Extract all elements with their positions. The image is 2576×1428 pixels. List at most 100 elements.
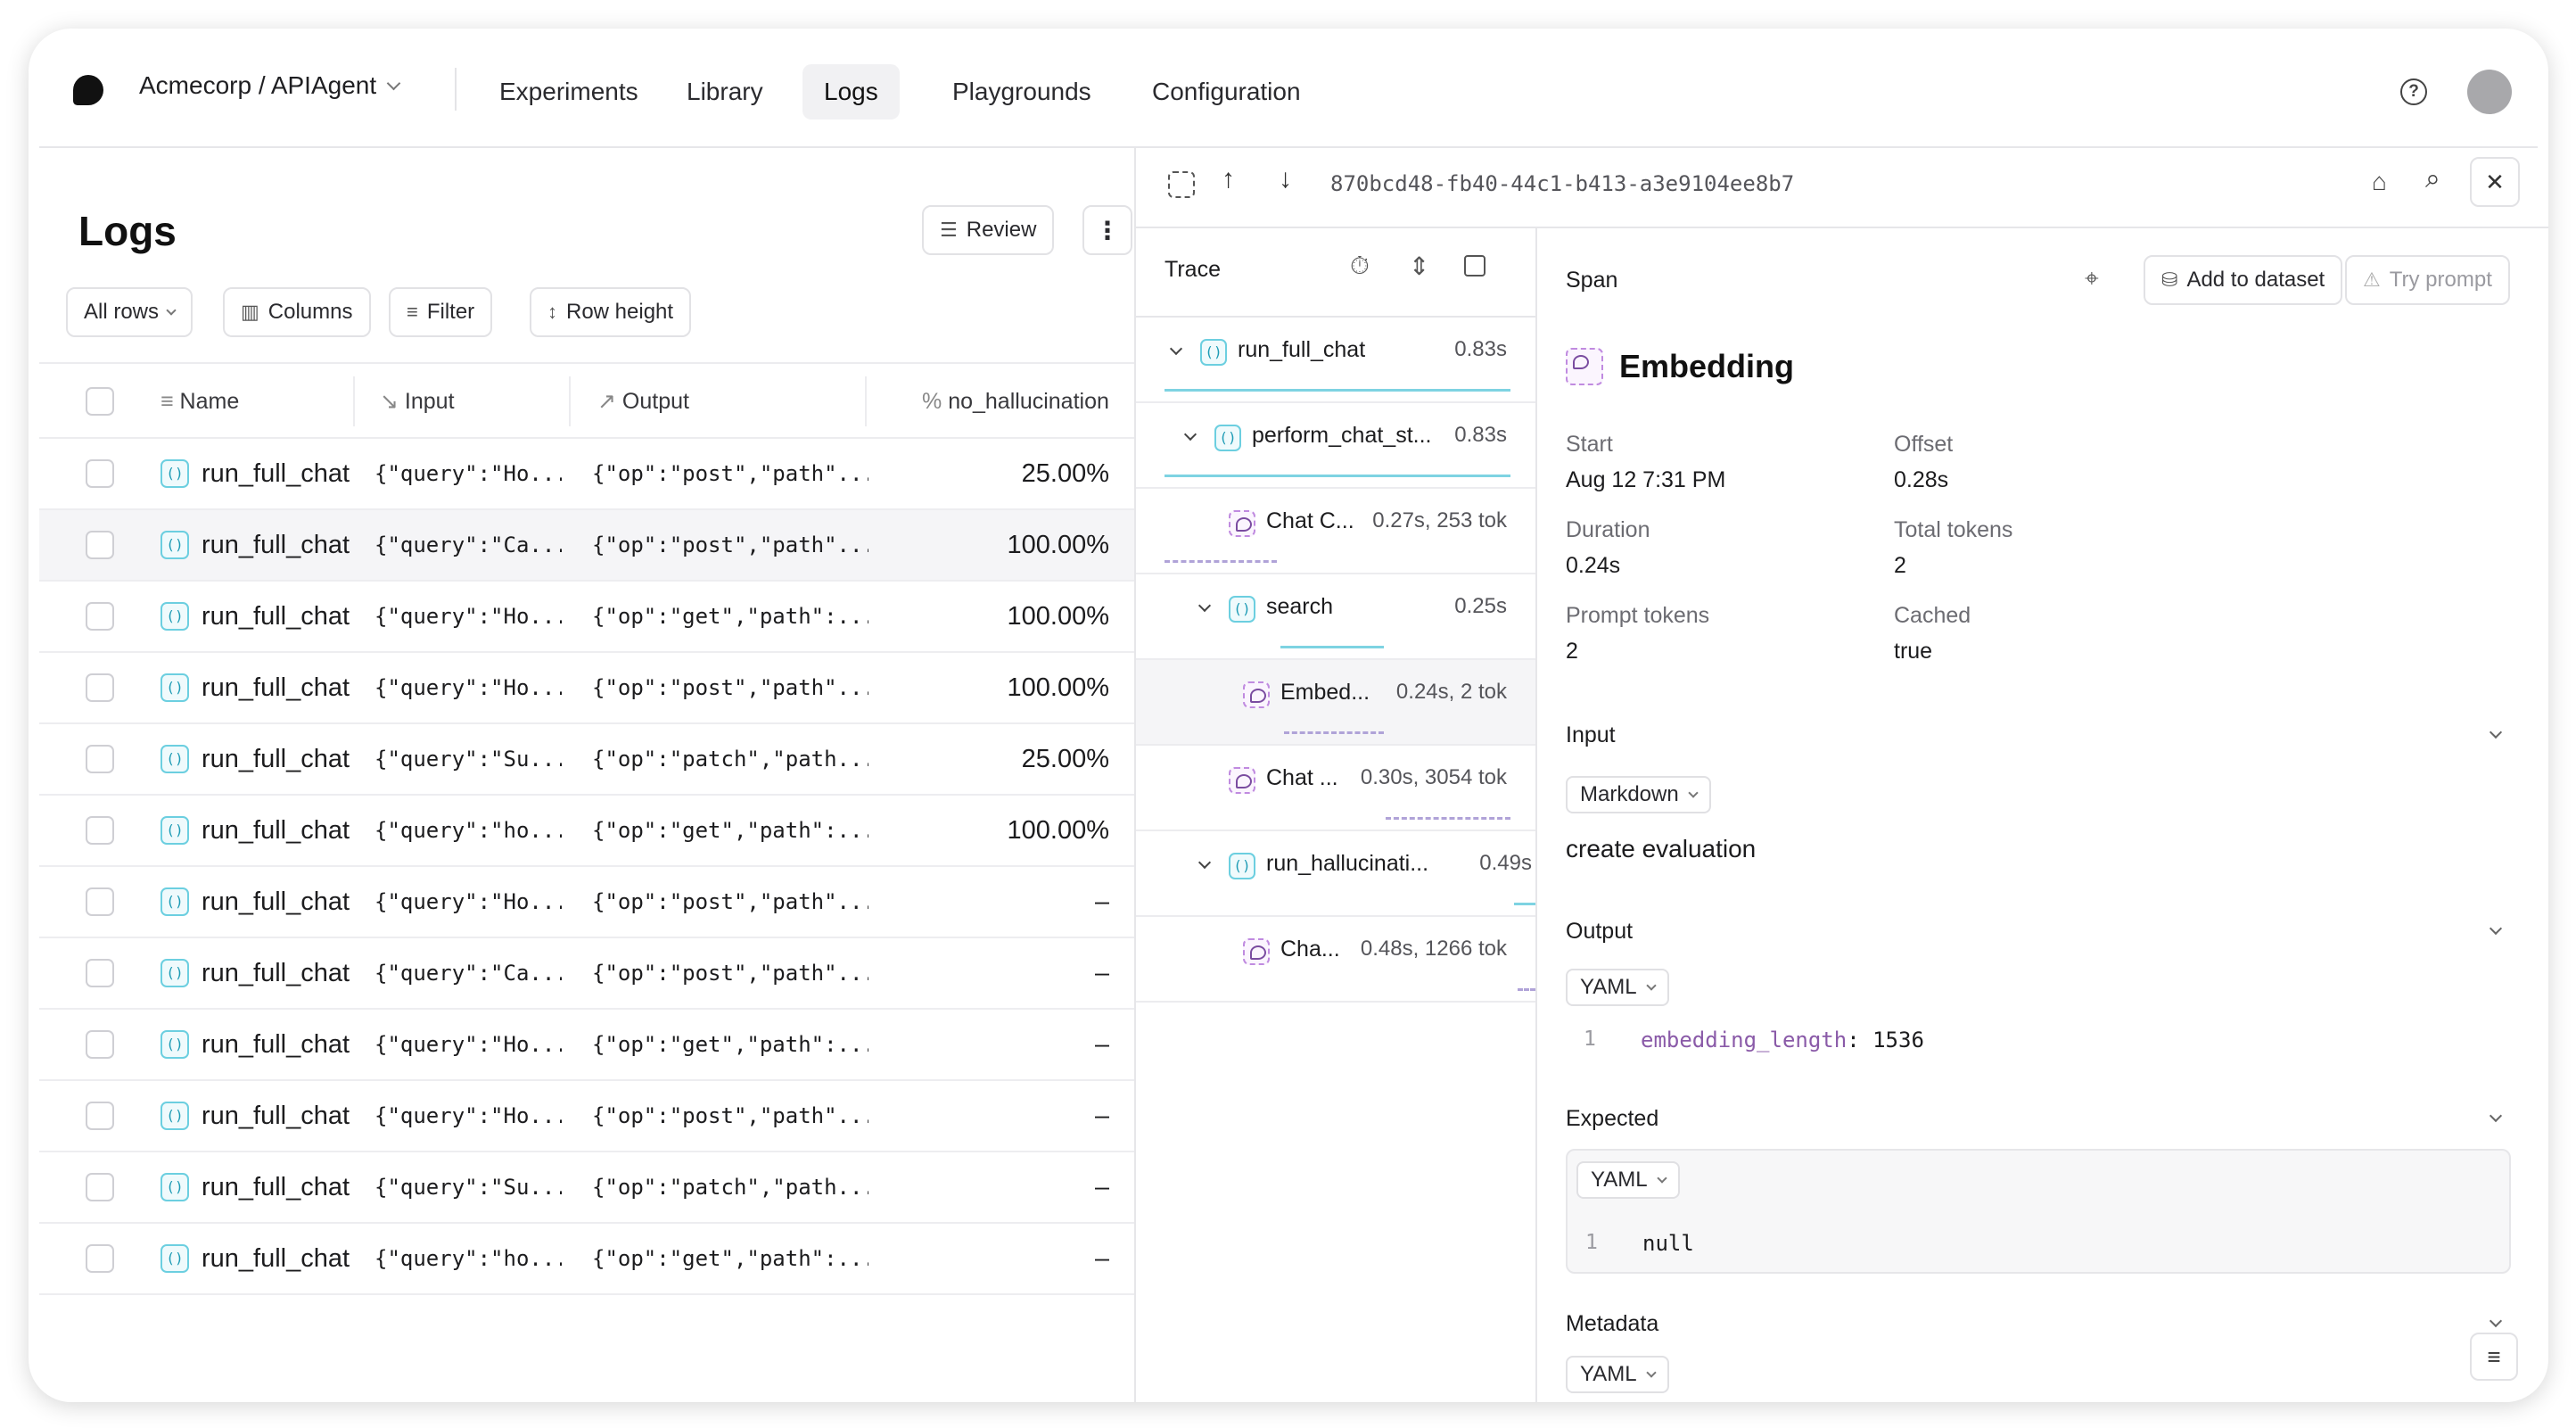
- add-to-dataset-button[interactable]: ⛁ Add to dataset: [2144, 255, 2343, 305]
- column-label: Input: [404, 389, 455, 414]
- columns-button[interactable]: ▥ Columns: [223, 287, 371, 337]
- table-row[interactable]: () run_full_chat {"query":"Ca... {"op":"…: [39, 510, 1134, 582]
- row-checkbox[interactable]: [86, 531, 114, 559]
- timer-icon[interactable]: ⏱: [1350, 252, 1370, 281]
- nav-experiments[interactable]: Experiments: [478, 64, 660, 120]
- column-header-score[interactable]: % no_hallucination: [922, 364, 1109, 439]
- tag-icon[interactable]: ⌂: [2372, 168, 2387, 196]
- trace-span-selected[interactable]: Embed... 0.24s, 2 tok: [1136, 660, 1535, 746]
- table-row[interactable]: () run_full_chat {"query":"ho... {"op":"…: [39, 1224, 1134, 1295]
- output-format-select[interactable]: YAML: [1566, 969, 1669, 1006]
- more-options-button[interactable]: ⋮: [1082, 205, 1132, 255]
- chevron-down-icon[interactable]: [2489, 1109, 2503, 1123]
- function-icon: (): [160, 673, 189, 702]
- trace-span[interactable]: Chat C... 0.27s, 253 tok: [1136, 489, 1535, 574]
- trace-span[interactable]: () perform_chat_st... 0.83s: [1136, 403, 1535, 489]
- chevron-down-icon: [386, 76, 401, 90]
- row-checkbox[interactable]: [86, 1030, 114, 1059]
- span-label: perform_chat_st...: [1252, 423, 1432, 448]
- arrow-in-icon: ↘: [380, 389, 399, 414]
- table-row[interactable]: () run_full_chat {"query":"Ho... {"op":"…: [39, 582, 1134, 653]
- output-section-title[interactable]: Output: [1566, 919, 1633, 945]
- chevron-down-icon[interactable]: [1197, 598, 1212, 613]
- table-row[interactable]: () run_full_chat {"query":"Ca... {"op":"…: [39, 938, 1134, 1010]
- format-label: YAML: [1591, 1168, 1648, 1192]
- expected-editor[interactable]: YAML 1 null: [1566, 1149, 2511, 1274]
- row-checkbox[interactable]: [86, 459, 114, 488]
- function-icon: (): [1214, 425, 1241, 451]
- select-all-checkbox[interactable]: [86, 387, 114, 416]
- row-input: {"query":"Ho...: [374, 461, 562, 486]
- chevron-down-icon[interactable]: [1183, 427, 1197, 442]
- trace-span[interactable]: () search 0.25s: [1136, 574, 1535, 660]
- nav-logs[interactable]: Logs: [802, 64, 900, 120]
- table-row[interactable]: () run_full_chat {"query":"Su... {"op":"…: [39, 1152, 1134, 1224]
- row-checkbox[interactable]: [86, 1244, 114, 1273]
- project-switcher[interactable]: Acmecorp / APIAgent: [139, 71, 401, 100]
- expected-section-title[interactable]: Expected: [1566, 1106, 1658, 1132]
- row-input: {"query":"Ho...: [374, 1032, 562, 1057]
- metric-cached: true: [1894, 639, 1933, 664]
- chevron-down-icon[interactable]: [1197, 855, 1212, 870]
- metadata-section-title[interactable]: Metadata: [1566, 1311, 1658, 1337]
- menu-button[interactable]: ≡: [2470, 1333, 2518, 1381]
- table-row[interactable]: () run_full_chat {"query":"Ho... {"op":"…: [39, 867, 1134, 938]
- chevron-down-icon[interactable]: [2489, 725, 2503, 739]
- function-icon: (): [160, 1030, 189, 1059]
- row-output: {"op":"patch","path...: [592, 1175, 868, 1200]
- filter-icon: ≡: [407, 301, 418, 323]
- trace-span[interactable]: () run_full_chat 0.83s: [1136, 318, 1535, 403]
- row-checkbox[interactable]: [86, 673, 114, 702]
- expected-format-select[interactable]: YAML: [1576, 1161, 1680, 1199]
- row-output: {"op":"get","path":...: [592, 1246, 868, 1271]
- table-row[interactable]: () run_full_chat {"query":"Ho... {"op":"…: [39, 439, 1134, 510]
- metadata-format-select[interactable]: YAML: [1566, 1356, 1669, 1393]
- span-panel: Span ⌖ ⛁ Add to dataset ⚠ Try prompt Emb…: [1537, 228, 2548, 1402]
- row-checkbox[interactable]: [86, 1102, 114, 1130]
- column-header-name[interactable]: ≡ Name: [160, 364, 239, 439]
- trace-span[interactable]: Cha... 0.48s, 1266 tok: [1136, 917, 1535, 1003]
- filter-button[interactable]: ≡ Filter: [389, 287, 493, 337]
- trace-span[interactable]: () run_hallucinati... 0.49s: [1136, 831, 1535, 917]
- review-button[interactable]: ☰ Review: [922, 205, 1055, 255]
- avatar[interactable]: [2467, 70, 2512, 114]
- try-prompt-button[interactable]: ⚠ Try prompt: [2345, 255, 2510, 305]
- row-checkbox[interactable]: [86, 745, 114, 773]
- table-row[interactable]: () run_full_chat {"query":"Su... {"op":"…: [39, 724, 1134, 796]
- nav-library[interactable]: Library: [665, 64, 785, 120]
- nav-playgrounds[interactable]: Playgrounds: [931, 64, 1113, 120]
- column-header-input[interactable]: ↘ Input: [380, 364, 455, 439]
- table-row[interactable]: () run_full_chat {"query":"Ho... {"op":"…: [39, 653, 1134, 724]
- row-checkbox[interactable]: [86, 887, 114, 916]
- input-format-select[interactable]: Markdown: [1566, 776, 1711, 813]
- chevron-down-icon[interactable]: [1169, 342, 1183, 356]
- table-row[interactable]: () run_full_chat {"query":"ho... {"op":"…: [39, 796, 1134, 867]
- row-checkbox[interactable]: [86, 959, 114, 987]
- row-checkbox[interactable]: [86, 1173, 114, 1201]
- crosshair-icon[interactable]: ⌖: [2085, 264, 2099, 293]
- row-checkbox[interactable]: [86, 602, 114, 631]
- input-section-title[interactable]: Input: [1566, 722, 1616, 748]
- row-checkbox[interactable]: [86, 816, 114, 845]
- search-icon[interactable]: ⌕: [2425, 164, 2440, 194]
- logo-icon[interactable]: [73, 75, 103, 105]
- row-height-button[interactable]: ↕ Row height: [530, 287, 692, 337]
- close-button[interactable]: ✕: [2470, 157, 2520, 207]
- column-divider[interactable]: [865, 376, 867, 426]
- metric-total-tokens: 2: [1894, 553, 1906, 578]
- column-header-output[interactable]: ↗ Output: [597, 364, 689, 439]
- function-icon: (): [160, 602, 189, 631]
- chevron-down-icon[interactable]: [2489, 1314, 2503, 1328]
- column-divider[interactable]: [353, 376, 355, 426]
- span-timeline-bar: [1165, 475, 1510, 477]
- nav-configuration[interactable]: Configuration: [1131, 64, 1322, 120]
- collapse-icon[interactable]: ⇕: [1409, 252, 1429, 281]
- help-icon[interactable]: ?: [2400, 78, 2427, 105]
- trace-span[interactable]: Chat ... 0.30s, 3054 tok: [1136, 746, 1535, 831]
- table-row[interactable]: () run_full_chat {"query":"Ho... {"op":"…: [39, 1010, 1134, 1081]
- layout-panel-icon[interactable]: [1464, 255, 1486, 277]
- table-row[interactable]: () run_full_chat {"query":"Ho... {"op":"…: [39, 1081, 1134, 1152]
- chevron-down-icon[interactable]: [2489, 921, 2503, 936]
- column-divider[interactable]: [569, 376, 571, 426]
- all-rows-dropdown[interactable]: All rows: [66, 287, 193, 337]
